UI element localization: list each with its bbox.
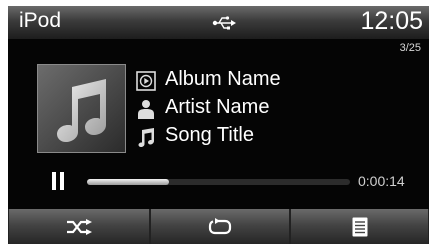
repeat-icon (208, 217, 232, 234)
album-art (37, 64, 126, 153)
track-counter: 3/25 (399, 42, 421, 54)
album-name: Album Name (165, 68, 281, 90)
clock: 12:05 (360, 7, 423, 35)
elapsed-time: 0:00:14 (358, 173, 405, 189)
artist-name: Artist Name (165, 96, 270, 118)
bottom-button-bar (8, 209, 429, 244)
music-note-icon (138, 128, 154, 147)
status-bar: iPod 12:05 (8, 6, 429, 39)
repeat-button[interactable] (150, 209, 290, 244)
music-note-icon (57, 79, 106, 142)
usb-icon (212, 16, 236, 30)
ipod-screen: iPod 12:05 3/25 Album Name Artist Name S… (8, 6, 429, 244)
pause-icon[interactable] (52, 172, 65, 190)
song-title: Song Title (165, 124, 254, 146)
album-icon (136, 71, 156, 91)
source-label: iPod (19, 9, 62, 32)
shuffle-icon (67, 218, 92, 235)
list-button[interactable] (290, 209, 429, 244)
person-icon (138, 100, 154, 119)
list-icon (352, 217, 367, 236)
progress-fill (87, 179, 169, 185)
shuffle-button[interactable] (8, 209, 150, 244)
progress-bar[interactable] (87, 179, 350, 185)
